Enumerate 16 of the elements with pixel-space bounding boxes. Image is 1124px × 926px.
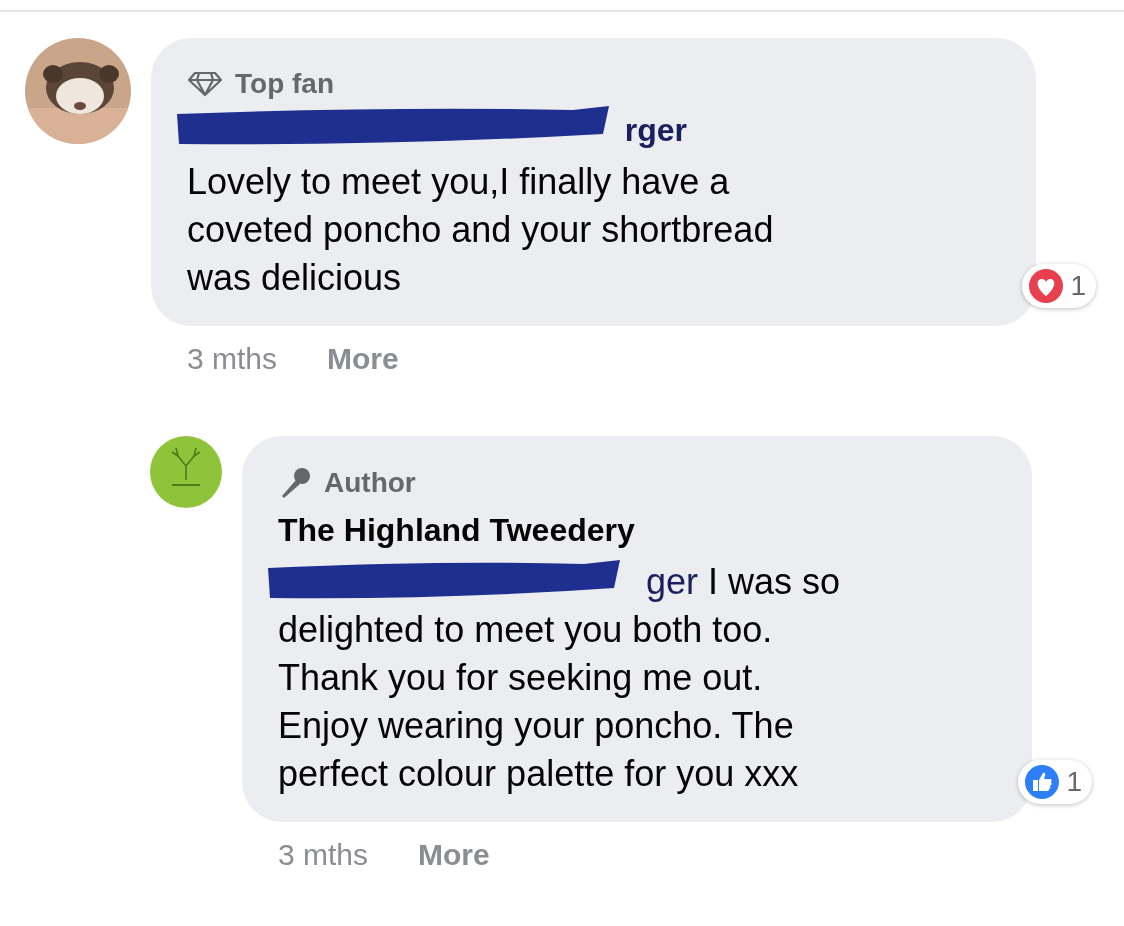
avatar-logo <box>150 436 222 508</box>
thumbs-up-icon <box>1024 764 1061 800</box>
more-link[interactable]: More <box>418 838 490 872</box>
reaction-count[interactable]: 1 <box>1022 264 1096 308</box>
more-link[interactable]: More <box>327 342 399 376</box>
diamond-icon <box>187 71 223 97</box>
commenter-name[interactable]: The Highland Tweedery <box>278 511 635 549</box>
badge-label: Top fan <box>235 68 334 100</box>
timestamp: 3 mths <box>187 342 278 376</box>
badge-label: Author <box>324 467 416 499</box>
reaction-count[interactable]: 1 <box>1018 760 1092 804</box>
mention-link[interactable]: ger <box>645 561 698 602</box>
commenter-name[interactable]: rger <box>187 111 687 149</box>
comment-text: Lovely to meet you,I finally have a coveted poncho and your shortbread was delicious <box>187 160 775 300</box>
timestamp: 3 mths <box>278 838 369 872</box>
comment-text: ger I was so delighted to meet you both too. Thank you for seeking me out. Enjoy wearing your poncho. The perfect colour palette for you xxx <box>278 558 996 798</box>
